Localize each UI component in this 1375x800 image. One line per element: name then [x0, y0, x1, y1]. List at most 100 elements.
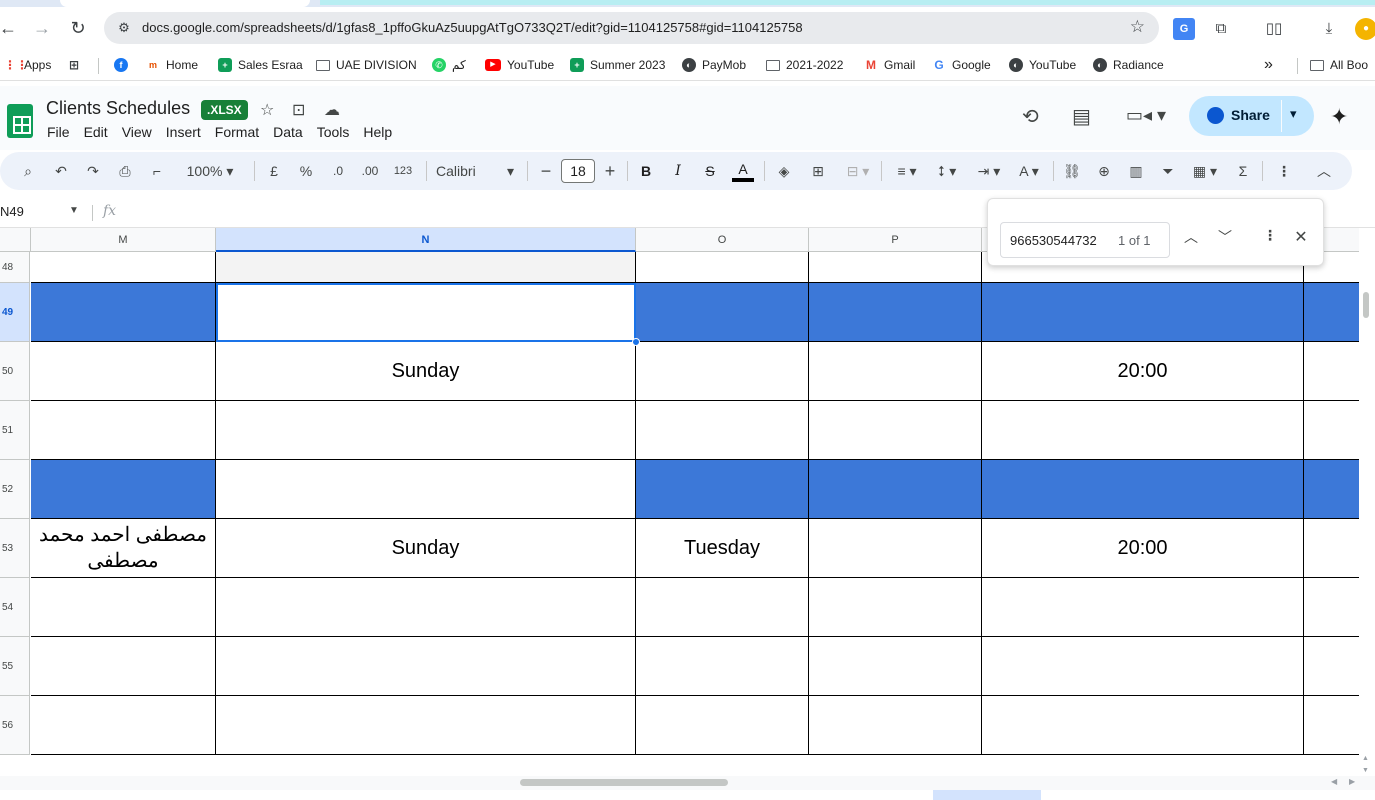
menu-edit[interactable]: Edit: [84, 124, 108, 140]
bookmark-radiance[interactable]: ◐ Radiance: [1093, 56, 1164, 74]
column-header-m[interactable]: M: [31, 228, 216, 252]
bookmark-apps[interactable]: ⋮⋮ Apps: [4, 56, 51, 74]
gemini-sparkle-icon[interactable]: ✦: [1330, 104, 1348, 130]
name-box-dropdown-icon[interactable]: ▼: [69, 205, 79, 216]
cell-o52[interactable]: [636, 460, 809, 519]
insert-comment-icon[interactable]: ⊕: [1094, 160, 1114, 182]
meet-video-icon[interactable]: ▭◂ ▾: [1126, 105, 1166, 126]
bookmark-grid[interactable]: ⊞: [67, 56, 87, 74]
more-formats-button[interactable]: 123: [391, 160, 415, 182]
more-bookmarks-chevron[interactable]: »: [1264, 56, 1273, 74]
reload-icon[interactable]: ↻: [66, 16, 90, 40]
bookmark-uae-division[interactable]: UAE DIVISION: [316, 56, 417, 74]
italic-button[interactable]: I: [668, 160, 688, 182]
tab-group[interactable]: [320, 0, 1375, 5]
bookmark-paymob[interactable]: ◐ PayMob: [682, 56, 746, 74]
functions-button[interactable]: Σ: [1233, 160, 1253, 182]
site-settings-icon[interactable]: ⚙: [116, 20, 132, 36]
scroll-up-icon[interactable]: ▲: [1362, 755, 1369, 762]
cell-r56[interactable]: [1304, 696, 1359, 755]
cell-q54[interactable]: [982, 578, 1304, 637]
font-family-select[interactable]: Calibri ▾: [436, 160, 518, 182]
cell-n54[interactable]: [216, 578, 636, 637]
sheet-tab[interactable]: [933, 790, 1041, 800]
cell-p54[interactable]: [809, 578, 982, 637]
menu-help[interactable]: Help: [363, 124, 392, 140]
cell-m48[interactable]: [31, 252, 216, 283]
cell-m56[interactable]: [31, 696, 216, 755]
cell-q56[interactable]: [982, 696, 1304, 755]
cell-n50[interactable]: Sunday: [216, 342, 636, 401]
cell-o50[interactable]: [636, 342, 809, 401]
decrease-decimal-button[interactable]: .0: [326, 160, 350, 182]
cell-o53[interactable]: Tuesday: [636, 519, 809, 578]
find-more-options-icon[interactable]: ⋮: [1260, 227, 1280, 244]
menu-format[interactable]: Format: [215, 124, 259, 140]
redo-icon[interactable]: ↷: [83, 160, 103, 182]
cell-p51[interactable]: [809, 401, 982, 460]
menu-tools[interactable]: Tools: [317, 124, 350, 140]
bookmark-whatsapp[interactable]: ✆ كم: [432, 56, 466, 74]
column-header-p[interactable]: P: [809, 228, 982, 252]
vertical-align-icon[interactable]: ⭥ ▾: [930, 160, 964, 182]
extensions-puzzle-icon[interactable]: ⧉: [1210, 18, 1232, 40]
scroll-left-icon[interactable]: ◀: [1331, 777, 1337, 786]
row-header-53[interactable]: 53: [0, 519, 30, 578]
cell-p53[interactable]: [809, 519, 982, 578]
strikethrough-button[interactable]: S: [700, 160, 720, 182]
paint-format-icon[interactable]: ⌐: [147, 160, 167, 182]
cell-r52[interactable]: [1304, 460, 1359, 519]
text-wrapping-icon[interactable]: ⇥ ▾: [972, 160, 1006, 182]
filter-icon[interactable]: ⏷: [1158, 160, 1178, 182]
menu-data[interactable]: Data: [273, 124, 303, 140]
cell-m54[interactable]: [31, 578, 216, 637]
cell-q49[interactable]: [982, 283, 1304, 342]
menu-insert[interactable]: Insert: [166, 124, 201, 140]
spreadsheet-grid[interactable]: M N O P 48 49 50 Sunday 20:00 51 52 53 مصطفى احم…: [0, 228, 1359, 776]
bookmark-facebook[interactable]: f: [114, 56, 134, 74]
cell-p48[interactable]: [809, 252, 982, 283]
fill-color-icon[interactable]: ◈: [774, 160, 794, 182]
cell-p56[interactable]: [809, 696, 982, 755]
cell-m52[interactable]: [31, 460, 216, 519]
download-icon[interactable]: ⤓: [1318, 18, 1340, 40]
select-all-corner[interactable]: [0, 228, 31, 252]
row-header-49[interactable]: 49: [0, 283, 30, 342]
more-options-icon[interactable]: ⋮: [1274, 160, 1294, 182]
increase-font-size-button[interactable]: +: [600, 160, 620, 182]
move-folder-icon[interactable]: ⊡: [292, 100, 305, 120]
bookmark-2021-2022[interactable]: 2021-2022: [766, 56, 843, 74]
row-header-48[interactable]: 48: [0, 252, 30, 283]
horizontal-align-icon[interactable]: ≡ ▾: [890, 160, 924, 182]
active-tab[interactable]: [60, 0, 310, 7]
cell-n55[interactable]: [216, 637, 636, 696]
insert-link-icon[interactable]: ⛓: [1062, 160, 1082, 182]
active-cell-selection[interactable]: [216, 283, 636, 342]
bookmark-youtube[interactable]: ▶ YouTube: [485, 56, 554, 74]
vertical-scroll-thumb[interactable]: [1363, 292, 1369, 318]
cell-r51[interactable]: [1304, 401, 1359, 460]
undo-icon[interactable]: ↶: [51, 160, 71, 182]
cell-q51[interactable]: [982, 401, 1304, 460]
cell-n52[interactable]: [216, 460, 636, 519]
filter-views-icon[interactable]: ▦ ▾: [1188, 160, 1222, 182]
cell-n56[interactable]: [216, 696, 636, 755]
share-button[interactable]: Share ▾: [1189, 96, 1314, 136]
print-icon[interactable]: ⎙: [115, 160, 135, 182]
cell-o55[interactable]: [636, 637, 809, 696]
insert-chart-icon[interactable]: ▥: [1126, 160, 1146, 182]
omnibox[interactable]: ⚙ docs.google.com/spreadsheets/d/1gfas8_…: [104, 12, 1159, 44]
text-rotation-icon[interactable]: A ▾: [1012, 160, 1046, 182]
all-bookmarks[interactable]: All Boo: [1310, 56, 1368, 74]
menu-view[interactable]: View: [122, 124, 152, 140]
text-color-button[interactable]: A: [732, 160, 754, 182]
star-icon[interactable]: ☆: [260, 100, 274, 120]
bookmark-youtube-2[interactable]: ◐ YouTube: [1009, 56, 1076, 74]
bookmark-gmail[interactable]: M Gmail: [864, 56, 915, 74]
cell-q50[interactable]: 20:00: [982, 342, 1304, 401]
scroll-right-icon[interactable]: ▶: [1349, 777, 1355, 786]
share-dropdown-icon[interactable]: ▾: [1290, 106, 1297, 122]
row-header-55[interactable]: 55: [0, 637, 30, 696]
cell-m53[interactable]: مصطفى احمد محمد مصطفى: [31, 519, 216, 578]
row-header-50[interactable]: 50: [0, 342, 30, 401]
